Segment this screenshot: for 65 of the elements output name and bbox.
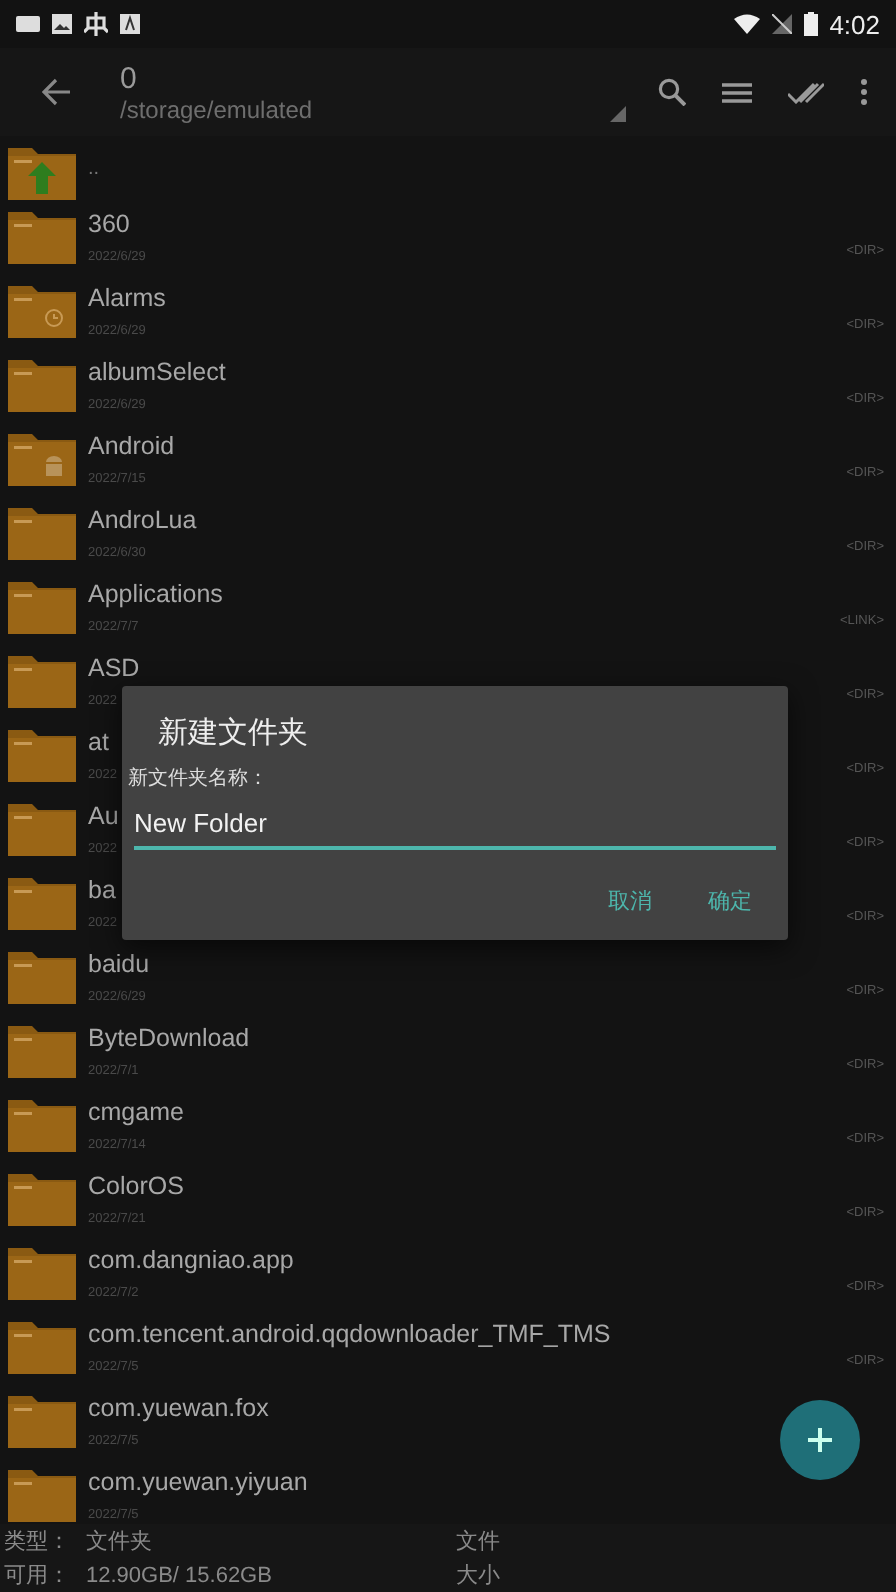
parent-folder-label[interactable]: ..	[88, 157, 100, 179]
info-label: 类型：	[4, 1528, 70, 1556]
folder-icon	[8, 1392, 76, 1448]
file-name[interactable]: AndroLua	[88, 506, 197, 534]
battery-icon	[803, 12, 818, 36]
info-label: 大小	[456, 1562, 502, 1590]
clock-time: 4:02	[829, 9, 880, 39]
folder-icon	[8, 874, 76, 930]
folder-icon	[8, 1022, 76, 1078]
file-name[interactable]: 360	[88, 210, 130, 238]
folder-icon	[8, 1318, 76, 1374]
image-icon	[52, 14, 72, 34]
folder-icon	[8, 726, 76, 782]
file-name[interactable]: ASD	[88, 654, 140, 682]
folder-icon	[8, 504, 76, 560]
info-label: 可用：	[4, 1562, 70, 1590]
no-signal-icon	[771, 14, 792, 34]
folder-icon	[8, 356, 76, 412]
search-icon[interactable]	[658, 78, 686, 106]
back-arrow-icon[interactable]	[42, 78, 70, 106]
folder-icon	[8, 800, 76, 856]
app-icon	[120, 14, 140, 34]
folder-icon	[8, 208, 76, 264]
file-name[interactable]: Android	[88, 432, 175, 460]
file-name[interactable]: albumSelect	[88, 358, 226, 386]
alarm-folder-icon	[8, 282, 76, 338]
file-name[interactable]: ba	[88, 876, 116, 904]
folder-icon	[8, 1244, 76, 1300]
field-label: 新文件夹名称：	[128, 765, 270, 792]
folder-icon	[8, 1096, 76, 1152]
file-name[interactable]: at	[88, 728, 109, 756]
file-name[interactable]: com.yuewan.yiyuan	[88, 1468, 308, 1496]
file-name[interactable]: Alarms	[88, 284, 166, 312]
more-icon[interactable]	[860, 78, 868, 106]
folder-path: /storage/emulated	[120, 95, 315, 123]
file-name[interactable]: Applications	[88, 580, 223, 608]
file-name[interactable]: cmgame	[88, 1098, 184, 1126]
file-name[interactable]: ColorOS	[88, 1172, 184, 1200]
folder-icon	[8, 652, 76, 708]
folder-icon	[8, 948, 76, 1004]
cancel-button[interactable]: 取消	[592, 878, 668, 924]
wifi-icon	[733, 14, 760, 34]
ok-button[interactable]: 确定	[692, 878, 768, 924]
folder-name-field[interactable]: New Folder	[134, 800, 776, 850]
info-label: 文件	[456, 1527, 502, 1556]
folder-icon	[8, 1170, 76, 1226]
file-name[interactable]: Au	[88, 802, 119, 830]
folder-title: 0	[120, 61, 139, 95]
info-value: 文件夹	[86, 1527, 154, 1556]
file-name[interactable]: com.tencent.android.qqdownloader_TMF_TMS	[88, 1320, 611, 1348]
double-check-icon[interactable]	[788, 81, 824, 103]
file-name[interactable]: com.yuewan.fox	[88, 1394, 269, 1422]
corner-triangle-icon	[610, 106, 626, 122]
file-name[interactable]: baidu	[88, 950, 150, 978]
list-icon[interactable]	[722, 81, 752, 103]
file-name[interactable]: com.dangniao.app	[88, 1246, 294, 1274]
add-button[interactable]	[780, 1400, 860, 1480]
file-name[interactable]: ByteDownload	[88, 1024, 250, 1052]
parent-folder-icon	[8, 144, 76, 200]
plus-icon	[808, 1428, 832, 1452]
folder-icon	[8, 1466, 76, 1522]
robot-folder-icon	[8, 430, 76, 486]
dialog-title: 新建文件夹	[158, 714, 310, 752]
info-value: 12.90GB/ 15.62GB	[86, 1563, 274, 1587]
folder-icon	[8, 578, 76, 634]
